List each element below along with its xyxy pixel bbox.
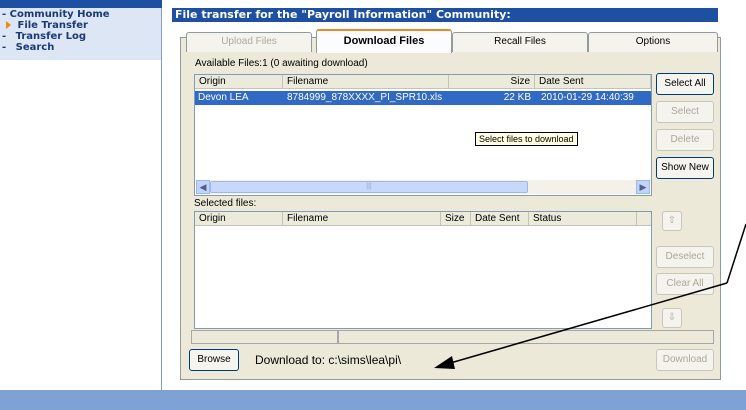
tooltip: Select files to download — [475, 132, 578, 146]
tab-upload-files[interactable]: Upload Files — [186, 32, 312, 52]
left-nav: - Community Home File Transfer - Transfe… — [0, 0, 162, 390]
select-all-button[interactable]: Select All — [656, 73, 714, 95]
tab-download-files[interactable]: Download Files — [316, 29, 452, 53]
select-button[interactable]: Select — [656, 101, 714, 123]
nav-item-search[interactable]: - Search — [2, 42, 54, 53]
page-title: File transfer for the "Payroll Informati… — [175, 8, 511, 21]
column-header-filename[interactable]: Filename — [283, 75, 449, 89]
clear-all-button[interactable]: Clear All — [656, 273, 714, 295]
nav-item-label: Community Home — [9, 9, 110, 20]
column-header-size[interactable]: Size — [441, 212, 471, 226]
download-button[interactable]: Download — [656, 349, 714, 371]
browse-button[interactable]: Browse — [189, 349, 239, 371]
nav-item-transfer-log[interactable]: - Transfer Log — [2, 31, 86, 42]
footer-bar — [0, 390, 746, 410]
scroll-left-icon[interactable]: ◀ — [196, 180, 210, 194]
table-row[interactable]: Devon LEA 8784999_878XXXX_PI_SPR10.xls 2… — [195, 91, 651, 105]
status-pane-1 — [191, 330, 338, 344]
nav-dash: - — [2, 9, 7, 20]
nav-item-label: Search — [15, 42, 55, 53]
nav-item-community-home[interactable]: - Community Home — [2, 9, 110, 20]
deselect-button[interactable]: Deselect — [656, 246, 714, 268]
scroll-right-icon[interactable]: ▶ — [636, 180, 650, 194]
column-header-status[interactable]: Status — [529, 212, 637, 226]
tab-options[interactable]: Options — [588, 32, 718, 52]
scrollbar-thumb[interactable]: ||| — [210, 181, 528, 193]
column-header-date-sent[interactable]: Date Sent — [471, 212, 529, 226]
nav-item-file-transfer[interactable]: File Transfer — [2, 20, 88, 31]
tab-recall-files[interactable]: Recall Files — [452, 32, 588, 52]
cell-size: 22 KB — [503, 92, 531, 103]
nav-dash: - — [2, 42, 7, 53]
horizontal-scrollbar[interactable]: ◀ ||| ▶ — [196, 180, 650, 194]
column-header-filename[interactable]: Filename — [283, 212, 441, 226]
nav-dash: - — [2, 31, 7, 42]
move-down-icon[interactable]: ⇩ — [662, 308, 682, 328]
column-header-date-sent[interactable]: Date Sent — [535, 75, 651, 89]
delete-button[interactable]: Delete — [656, 129, 714, 151]
nav-item-label: File Transfer — [17, 20, 88, 31]
move-up-icon[interactable]: ⇧ — [662, 211, 682, 231]
cell-date-sent: 2010-01-29 14:40:39 — [541, 92, 634, 103]
cell-filename: 8784999_878XXXX_PI_SPR10.xls — [287, 92, 443, 103]
page-header: File transfer for the "Payroll Informati… — [172, 8, 718, 22]
arrow-right-icon — [6, 21, 11, 29]
status-pane-2 — [338, 330, 714, 344]
available-files-label: Available Files:1 (0 awaiting download) — [195, 58, 368, 69]
selected-files-list[interactable]: Origin Filename Size Date Sent Status — [194, 211, 652, 329]
cell-origin: Devon LEA — [198, 92, 249, 103]
column-header-origin[interactable]: Origin — [195, 75, 283, 89]
column-header-filler — [637, 212, 651, 226]
column-header-size[interactable]: Size — [449, 75, 535, 89]
download-path-label: Download to: c:\sims\lea\pi\ — [255, 353, 402, 367]
nav-top-bar — [0, 0, 162, 8]
available-files-list[interactable]: Origin Filename Size Date Sent Devon LEA… — [194, 74, 652, 196]
show-new-button[interactable]: Show New — [656, 157, 714, 179]
column-header-origin[interactable]: Origin — [195, 212, 283, 226]
selected-files-label: Selected files: — [194, 198, 257, 209]
nav-item-label: Transfer Log — [15, 31, 87, 42]
